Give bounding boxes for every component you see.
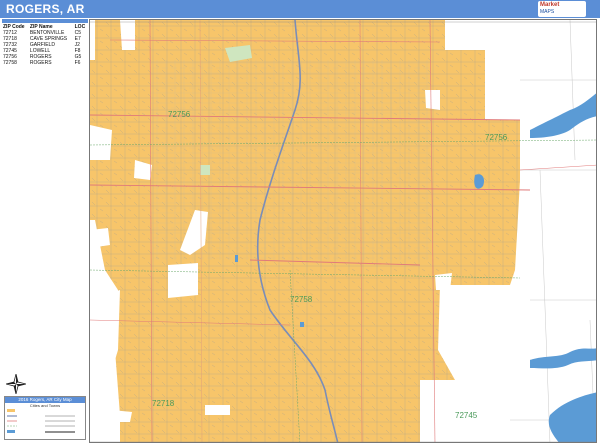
table-row: 72758 ROGERS F6 [2,60,88,66]
zip-label: 72756 [485,133,508,142]
unincorporated-area [435,273,452,290]
map-title: ROGERS, AR [6,2,85,16]
zip-code-table: ZIP Code ZIP Name LOC 72712 BENTONVILLE C5… [2,24,88,66]
logo-line1: Market [540,2,560,8]
name-cell: ROGERS [29,60,52,66]
zip-label: 72758 [290,295,313,304]
unincorporated-area [112,410,132,422]
city-area [90,20,520,442]
map-svg: 72756 72756 72758 72718 72745 [90,20,596,442]
zip-sidebar: ZIP Code ZIP Name LOC 72712 BENTONVILLE C5… [2,19,88,66]
unincorporated-area [90,125,112,160]
unincorporated-area [445,20,485,50]
river [530,348,596,369]
compass-rose-icon [6,374,26,394]
market-maps-logo: Market MAPS [538,1,586,17]
zip-cell: 72758 [3,60,17,66]
logo-line2: MAPS [540,9,555,15]
map-legend: 2016 Rogers, AR City Map Cities and Town… [4,396,86,440]
beaver-lake [530,93,596,138]
unincorporated-area [168,263,198,298]
sidebar-header-bar [2,19,88,23]
zip-label: 72745 [455,411,478,420]
unincorporated-area [90,290,120,365]
map-area[interactable]: 72756 72756 72758 72718 72745 [89,19,597,443]
rural-roads [510,20,596,442]
unincorporated-area [205,405,230,415]
unincorporated-area [425,90,440,110]
unincorporated-area [120,20,135,50]
unincorporated-area [90,228,110,248]
zip-label: 72756 [168,110,191,119]
legend-swatches [7,409,75,433]
lake [548,392,596,442]
zip-label: 72718 [152,399,175,408]
loc-cell: F6 [74,60,81,66]
title-bar: ROGERS, AR Market MAPS [0,0,600,18]
